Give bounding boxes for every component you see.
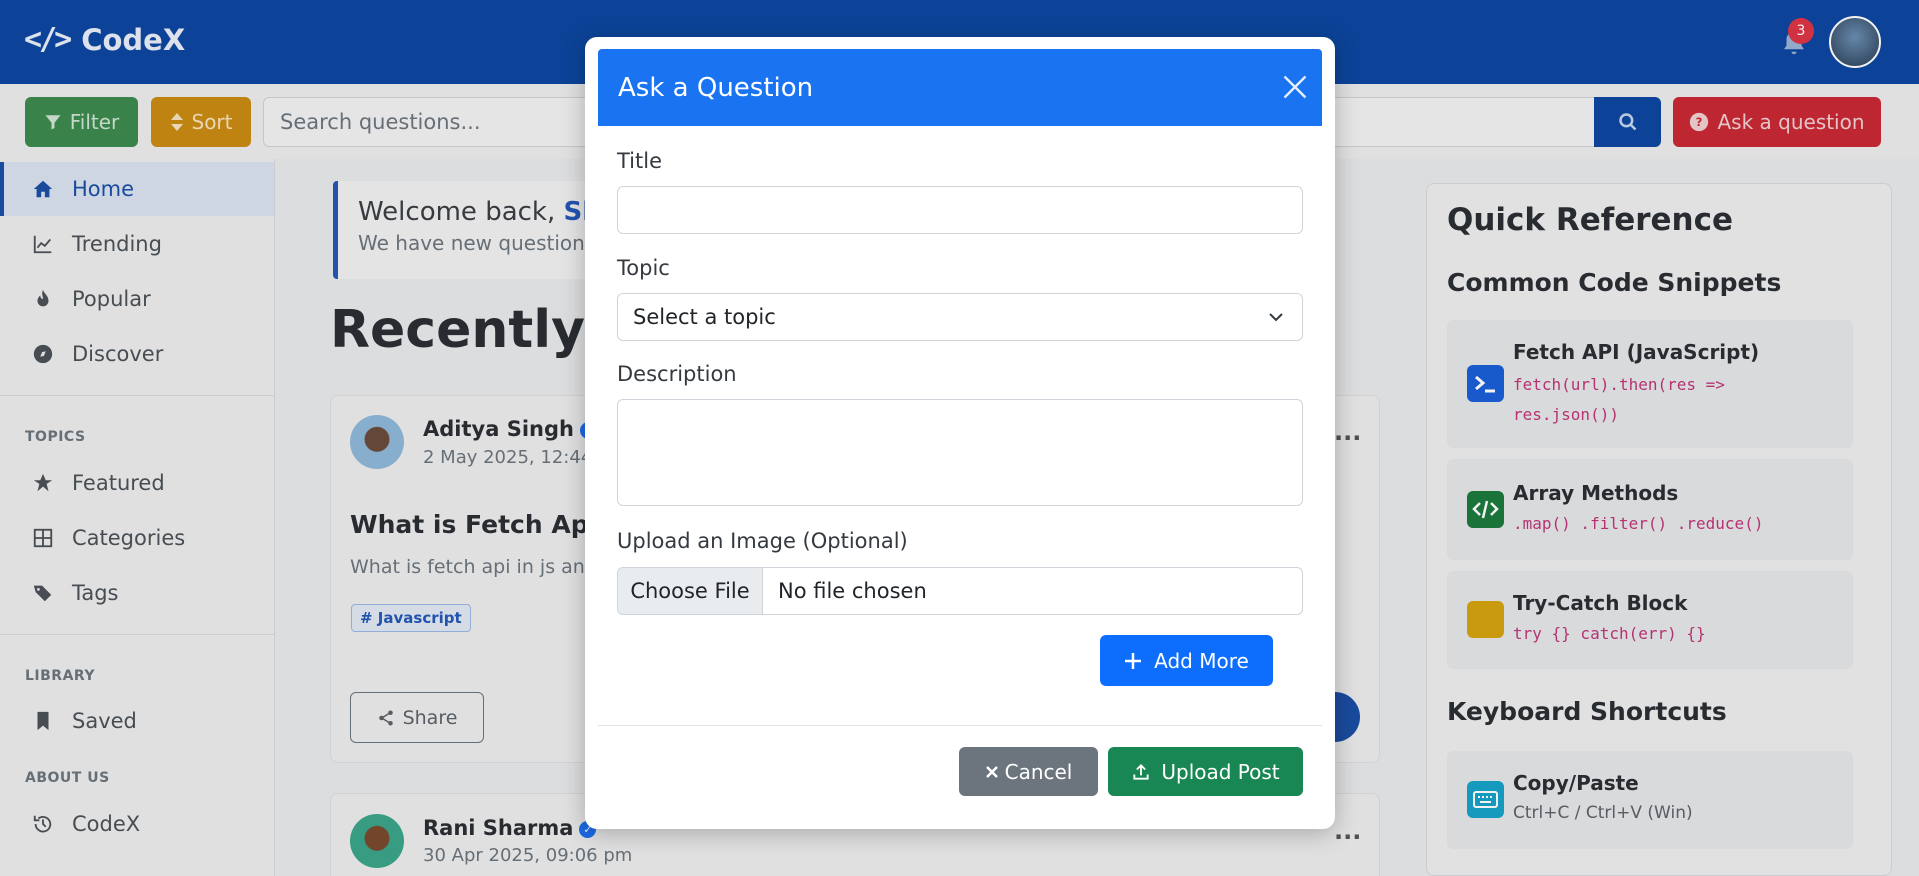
- add-more-button[interactable]: Add More: [1100, 635, 1273, 686]
- x-icon: [985, 765, 998, 778]
- cancel-label: Cancel: [1004, 759, 1073, 784]
- modal-header: Ask a Question: [598, 49, 1322, 126]
- upload-icon: [1133, 763, 1149, 780]
- title-input[interactable]: [617, 186, 1303, 234]
- topic-select[interactable]: Select a topic: [617, 293, 1303, 341]
- image-upload-label: Upload an Image (Optional): [617, 529, 908, 553]
- chevron-down-icon: [1269, 313, 1283, 322]
- topic-label: Topic: [617, 256, 670, 280]
- description-label: Description: [617, 362, 737, 386]
- upload-post-button[interactable]: Upload Post: [1108, 747, 1303, 796]
- close-icon[interactable]: [1281, 73, 1309, 101]
- file-input[interactable]: Choose File No file chosen: [617, 567, 1303, 615]
- cancel-button[interactable]: Cancel: [959, 747, 1098, 796]
- ask-question-modal: Ask a Question Title Topic Select a topi…: [585, 37, 1335, 829]
- description-textarea[interactable]: [617, 399, 1303, 506]
- upload-post-label: Upload Post: [1161, 759, 1280, 784]
- title-label: Title: [617, 149, 663, 173]
- topic-selected-value: Select a topic: [633, 305, 776, 329]
- choose-file-button[interactable]: Choose File: [618, 568, 763, 614]
- file-status: No file chosen: [778, 579, 927, 603]
- plus-icon: [1125, 652, 1142, 669]
- add-more-label: Add More: [1154, 648, 1249, 673]
- modal-title: Ask a Question: [618, 73, 814, 103]
- modal-footer-divider: [598, 725, 1322, 726]
